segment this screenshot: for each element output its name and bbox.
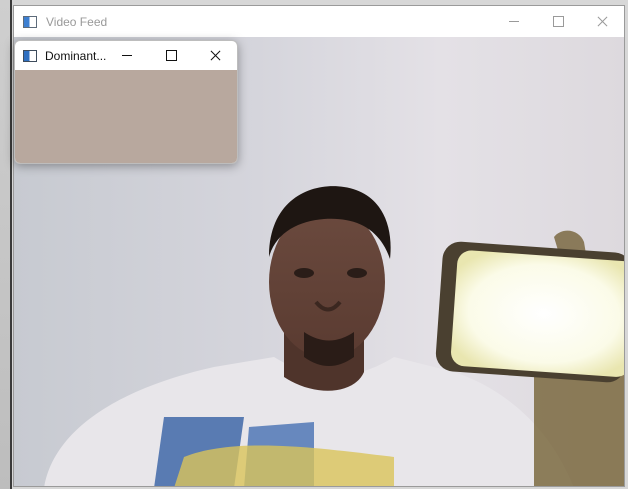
minimize-icon — [122, 55, 132, 56]
app-window-icon — [23, 15, 37, 28]
dominant-color-titlebar[interactable]: Dominant... — [15, 41, 237, 70]
popup-minimize-button[interactable] — [105, 41, 149, 70]
close-icon — [210, 50, 221, 61]
background-window-edge — [0, 0, 12, 489]
popup-title: Dominant... — [45, 48, 107, 63]
maximize-button[interactable] — [536, 6, 580, 37]
dominant-color-window[interactable]: Dominant... — [14, 40, 238, 164]
maximize-icon — [165, 50, 177, 61]
dominant-color-swatch — [15, 70, 237, 163]
close-button[interactable] — [580, 6, 624, 37]
maximize-icon — [552, 16, 564, 27]
video-feed-titlebar[interactable]: Video Feed — [14, 6, 624, 37]
close-icon — [597, 16, 608, 27]
minimize-icon — [509, 21, 519, 22]
window-title: Video Feed — [46, 14, 108, 29]
minimize-button[interactable] — [492, 6, 536, 37]
popup-close-button[interactable] — [193, 41, 237, 70]
popup-maximize-button[interactable] — [149, 41, 193, 70]
app-window-icon — [23, 49, 37, 62]
